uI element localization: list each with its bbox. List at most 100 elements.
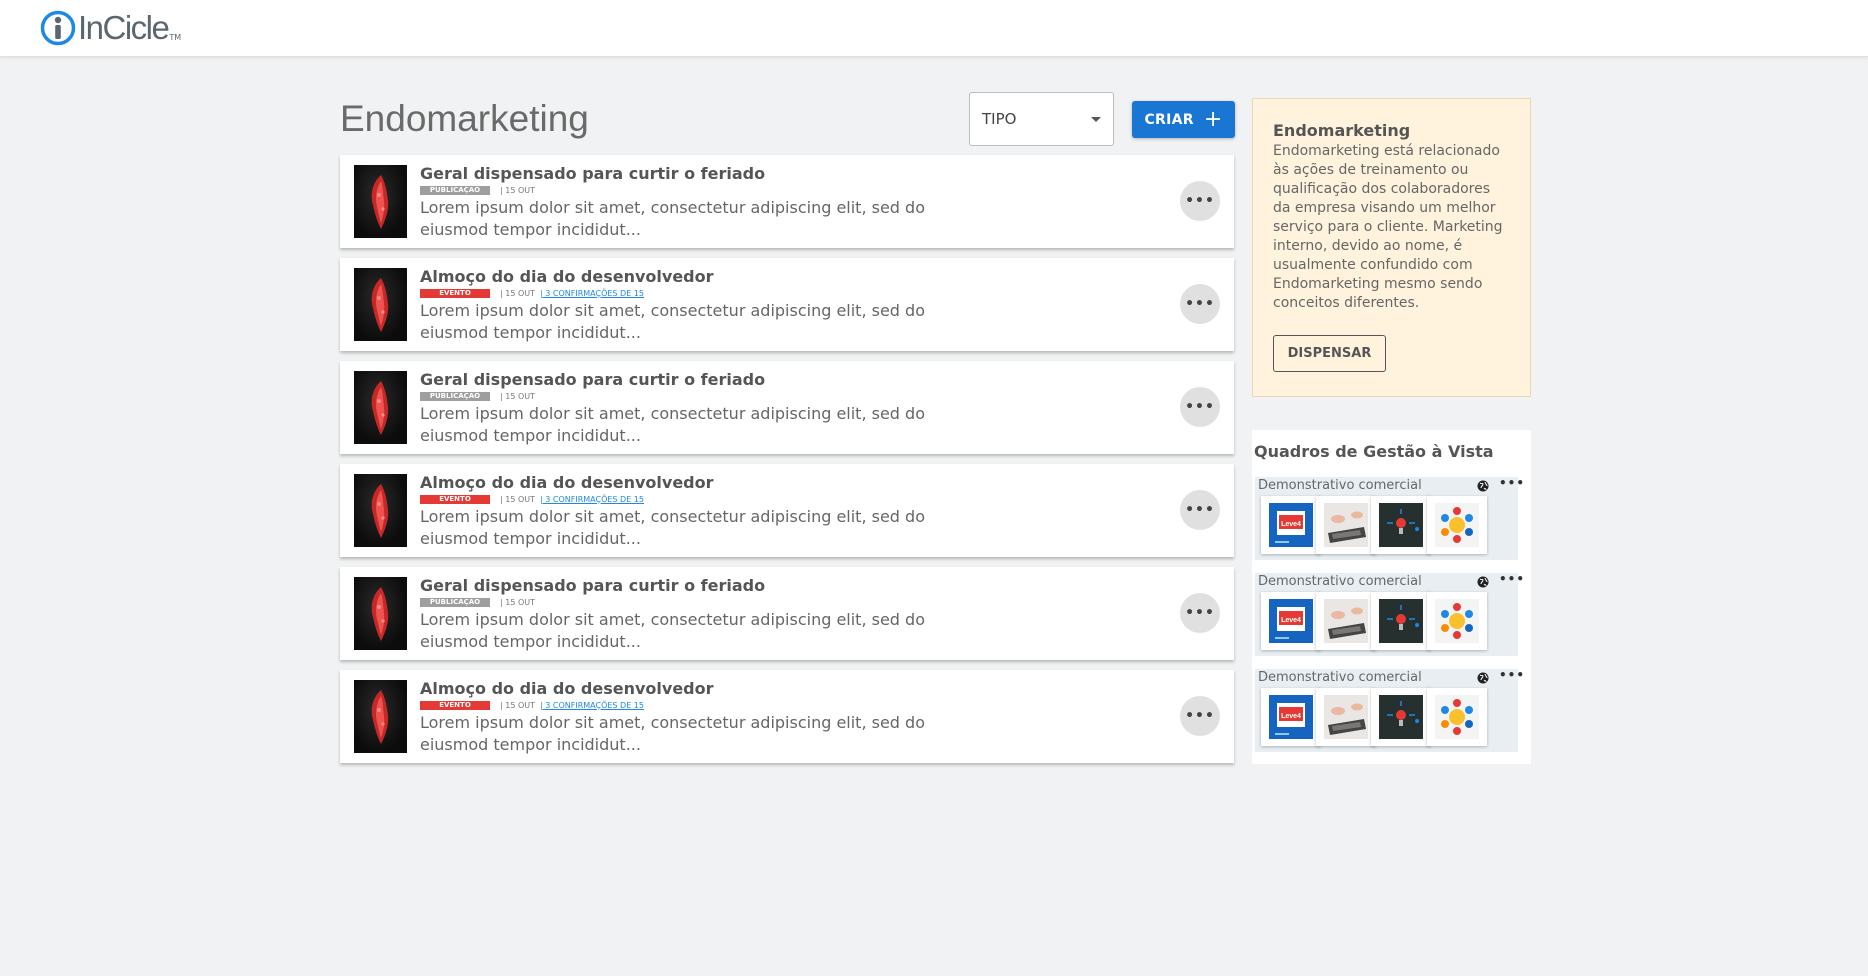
boards-title: Quadros de Gestão à Vista [1254, 442, 1494, 461]
post-body: Geral dispensado para curtir o feriado P… [420, 576, 1020, 653]
post-description: Lorem ipsum dolor sit amet, consectetur … [420, 404, 925, 445]
board-tile-bulb[interactable] [1371, 592, 1431, 650]
post-body: Almoço do dia do desenvolvedor EVENTO | … [420, 267, 1020, 344]
post-confirmations-link[interactable]: | 3 CONFIRMAÇÕES DE 15 [540, 495, 644, 504]
more-horizontal-icon[interactable]: ••• [1180, 387, 1220, 427]
type-filter-select[interactable]: TIPO [969, 92, 1114, 146]
post-type-badge: EVENTO [420, 700, 490, 710]
dismiss-button[interactable]: DISPENSAR [1273, 335, 1386, 372]
post-title[interactable]: Geral dispensado para curtir o feriado [420, 576, 1020, 595]
post-thumbnail[interactable] [354, 165, 407, 238]
post-meta: EVENTO | 15 OUT | 3 CONFIRMAÇÕES DE 15 [420, 287, 1020, 299]
post-type-badge: PUBLICAÇÃO [420, 597, 490, 607]
post-feed: Geral dispensado para curtir o feriado P… [340, 155, 1234, 773]
logo-text: InCicle [78, 9, 170, 46]
info-box: Endomarketing Endomarketing está relacio… [1252, 98, 1531, 397]
more-horizontal-icon[interactable]: ••• [1180, 181, 1220, 221]
board-tile-logo[interactable]: Leve4 [1261, 496, 1321, 554]
post-description: Lorem ipsum dolor sit amet, consectetur … [420, 507, 925, 548]
board-card[interactable]: Demonstrativo comercial ••• Leve4 [1255, 476, 1524, 560]
post-date: | 15 OUT [500, 597, 535, 607]
post-description: Lorem ipsum dolor sit amet, consectetur … [420, 610, 925, 651]
board-tile-laptop[interactable] [1316, 496, 1376, 554]
more-horizontal-icon[interactable]: ••• [1180, 284, 1220, 324]
post-date: | 15 OUT [500, 494, 535, 504]
incicle-logo-icon [40, 10, 76, 46]
board-card[interactable]: Demonstrativo comercial ••• Leve4 [1255, 668, 1524, 752]
post-card[interactable]: Almoço do dia do desenvolvedor EVENTO | … [340, 464, 1234, 557]
post-thumbnail[interactable] [354, 268, 407, 341]
post-description: Lorem ipsum dolor sit amet, consectetur … [420, 301, 925, 342]
management-boards-panel: Quadros de Gestão à Vista Demonstrativo … [1252, 430, 1531, 764]
post-title[interactable]: Almoço do dia do desenvolvedor [420, 679, 1020, 698]
board-name: Demonstrativo comercial [1258, 478, 1422, 493]
post-meta: PUBLICAÇÃO | 15 OUT [420, 596, 1020, 608]
post-description: Lorem ipsum dolor sit amet, consectetur … [420, 198, 925, 239]
post-card[interactable]: Almoço do dia do desenvolvedor EVENTO | … [340, 670, 1234, 763]
top-bar: InCicle TM [0, 0, 1868, 57]
chevron-down-icon [1091, 116, 1101, 122]
post-body: Almoço do dia do desenvolvedor EVENTO | … [420, 473, 1020, 550]
post-confirmations-link[interactable]: | 3 CONFIRMAÇÕES DE 15 [540, 701, 644, 710]
create-button-label: CRIAR [1144, 111, 1194, 128]
board-name: Demonstrativo comercial [1258, 574, 1422, 589]
post-title[interactable]: Almoço do dia do desenvolvedor [420, 473, 1020, 492]
type-filter-value: TIPO [982, 110, 1017, 128]
post-card[interactable]: Geral dispensado para curtir o feriado P… [340, 567, 1234, 660]
post-body: Almoço do dia do desenvolvedor EVENTO | … [420, 679, 1020, 756]
post-card[interactable]: Geral dispensado para curtir o feriado P… [340, 155, 1234, 248]
create-button[interactable]: CRIAR + [1132, 101, 1235, 138]
board-tile-laptop[interactable] [1316, 592, 1376, 650]
logo-trademark: TM [169, 33, 182, 42]
post-meta: EVENTO | 15 OUT | 3 CONFIRMAÇÕES DE 15 [420, 493, 1020, 505]
post-title[interactable]: Almoço do dia do desenvolvedor [420, 267, 1020, 286]
plus-icon: + [1203, 106, 1223, 132]
board-tile-cycle[interactable] [1427, 688, 1487, 746]
board-card[interactable]: Demonstrativo comercial ••• Leve4 [1255, 572, 1524, 656]
post-card[interactable]: Almoço do dia do desenvolvedor EVENTO | … [340, 258, 1234, 351]
post-thumbnail[interactable] [354, 474, 407, 547]
post-meta: PUBLICAÇÃO | 15 OUT [420, 390, 1020, 402]
more-horizontal-icon[interactable]: ••• [1499, 668, 1525, 682]
post-card[interactable]: Geral dispensado para curtir o feriado P… [340, 361, 1234, 454]
info-box-title: Endomarketing [1273, 121, 1411, 140]
post-confirmations-link[interactable]: | 3 CONFIRMAÇÕES DE 15 [540, 289, 644, 298]
globe-icon [1477, 480, 1489, 492]
post-meta: PUBLICAÇÃO | 15 OUT [420, 184, 1020, 196]
board-name: Demonstrativo comercial [1258, 670, 1422, 685]
post-title[interactable]: Geral dispensado para curtir o feriado [420, 370, 1020, 389]
post-body: Geral dispensado para curtir o feriado P… [420, 370, 1020, 447]
globe-icon [1477, 672, 1489, 684]
info-box-text: Endomarketing está relacionado às ações … [1273, 143, 1503, 311]
post-type-badge: PUBLICAÇÃO [420, 391, 490, 401]
post-meta: EVENTO | 15 OUT | 3 CONFIRMAÇÕES DE 15 [420, 699, 1020, 711]
post-thumbnail[interactable] [354, 371, 407, 444]
board-tile-logo[interactable]: Leve4 [1261, 688, 1321, 746]
post-date: | 15 OUT [500, 700, 535, 710]
more-horizontal-icon[interactable]: ••• [1180, 490, 1220, 530]
globe-icon [1477, 576, 1489, 588]
board-tile-cycle[interactable] [1427, 592, 1487, 650]
tile-logo-text: Leve4 [1281, 713, 1301, 720]
post-date: | 15 OUT [500, 391, 535, 401]
board-tile-bulb[interactable] [1371, 496, 1431, 554]
post-thumbnail[interactable] [354, 680, 407, 753]
post-body: Geral dispensado para curtir o feriado P… [420, 164, 1020, 241]
more-horizontal-icon[interactable]: ••• [1180, 696, 1220, 736]
post-type-badge: PUBLICAÇÃO [420, 185, 490, 195]
post-date: | 15 OUT [500, 185, 535, 195]
more-horizontal-icon[interactable]: ••• [1499, 476, 1525, 490]
post-description: Lorem ipsum dolor sit amet, consectetur … [420, 713, 925, 754]
post-type-badge: EVENTO [420, 288, 490, 298]
tile-logo-text: Leve4 [1281, 617, 1301, 624]
post-type-badge: EVENTO [420, 494, 490, 504]
post-title[interactable]: Geral dispensado para curtir o feriado [420, 164, 1020, 183]
board-tile-bulb[interactable] [1371, 688, 1431, 746]
board-tile-cycle[interactable] [1427, 496, 1487, 554]
board-tile-logo[interactable]: Leve4 [1261, 592, 1321, 650]
more-horizontal-icon[interactable]: ••• [1180, 593, 1220, 633]
board-tile-laptop[interactable] [1316, 688, 1376, 746]
post-thumbnail[interactable] [354, 577, 407, 650]
incicle-logo[interactable]: InCicle TM [40, 8, 181, 48]
more-horizontal-icon[interactable]: ••• [1499, 572, 1525, 586]
